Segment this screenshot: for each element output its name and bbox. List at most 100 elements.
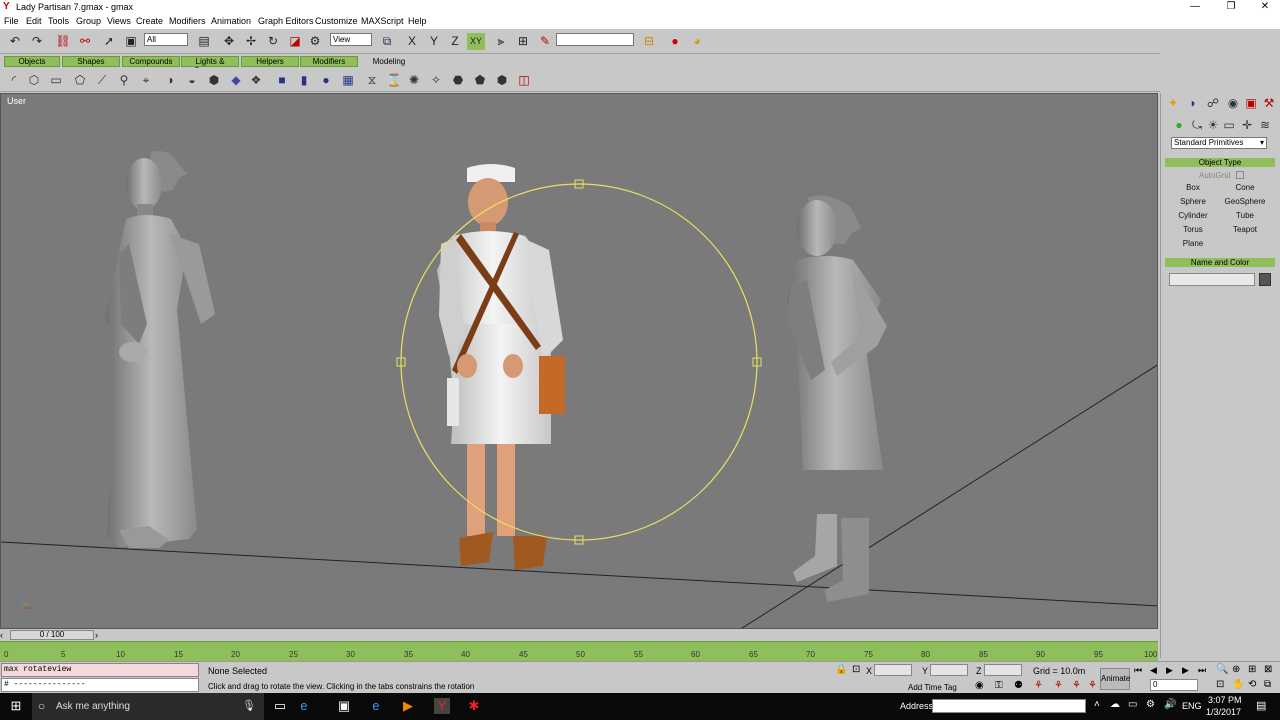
tab-helpers[interactable]: Helpers — [241, 56, 299, 67]
menu-edit[interactable]: Edit — [26, 16, 42, 26]
time-slider-handle[interactable]: 0 / 100 — [10, 630, 94, 640]
arc-rotate-icon[interactable]: ⟲ — [1248, 679, 1256, 690]
media-icon[interactable]: ▶ — [400, 698, 416, 714]
helpers-icon[interactable]: ✛ — [1239, 117, 1255, 133]
pivot-center-icon[interactable]: ⧉ — [378, 33, 396, 50]
cylinder-button[interactable]: Cylinder — [1169, 210, 1217, 222]
chevron-icon[interactable]: ˄ — [1094, 699, 1100, 710]
notifications-icon[interactable]: ▤ — [1256, 699, 1266, 712]
key-filter-icon[interactable]: ⚉ — [1014, 680, 1023, 691]
add-time-tag-button[interactable]: Add Time Tag — [908, 683, 957, 692]
key-mode-icon[interactable]: ⚘ — [1072, 680, 1081, 691]
torus-button[interactable]: Torus — [1169, 224, 1217, 236]
bend-icon[interactable]: ✧ — [428, 72, 444, 88]
cameras-icon[interactable]: ▭ — [1221, 117, 1237, 133]
tab-shapes[interactable]: Shapes — [62, 56, 120, 67]
ie-icon[interactable]: e — [368, 698, 384, 714]
close-button[interactable]: ✕ — [1248, 0, 1280, 14]
tube-button[interactable]: Tube — [1221, 210, 1269, 222]
autogrid-checkbox[interactable] — [1236, 171, 1244, 179]
axis-xy-button[interactable]: XY — [467, 33, 485, 50]
hierarchy-tab-icon[interactable]: ☍ — [1205, 95, 1221, 111]
mirror-icon[interactable]: ⫸ — [492, 33, 510, 50]
track-bar[interactable]: 0 5 10 15 20 25 30 35 40 45 50 55 60 65 … — [0, 641, 1158, 661]
select-move2-icon[interactable]: ✢ — [242, 33, 260, 50]
goto-end-icon[interactable]: ⏭ — [1198, 665, 1206, 676]
figure-center[interactable] — [396, 164, 762, 570]
pan-icon[interactable]: ✋ — [1232, 679, 1244, 690]
box-button[interactable]: Box — [1169, 182, 1217, 194]
grid-object-icon[interactable]: ▦ — [340, 72, 356, 88]
vertex-icon[interactable]: ⚲ — [116, 72, 132, 88]
align-icon[interactable]: ⊞ — [514, 33, 532, 50]
menu-create[interactable]: Create — [136, 16, 163, 26]
slider-next-icon[interactable]: › — [95, 630, 105, 640]
viewport-user[interactable]: User — [0, 93, 1158, 629]
selection-filter-dropdown[interactable]: All — [144, 33, 188, 46]
utilities-tab-icon[interactable]: ⚒ — [1261, 95, 1277, 111]
menu-modifiers[interactable]: Modifiers — [169, 16, 206, 26]
restore-button[interactable]: ❐ — [1214, 0, 1248, 14]
edge-icon[interactable]: e — [296, 698, 312, 714]
y-coord-field[interactable] — [930, 664, 968, 676]
rectangle-icon[interactable]: ▭ — [48, 72, 64, 88]
store-icon[interactable]: ▣ — [336, 698, 352, 714]
tab-lights-cameras[interactable]: Lights & Cameras — [181, 56, 239, 75]
menu-animation[interactable]: Animation — [211, 16, 251, 26]
quick-render-icon[interactable]: ◕ — [688, 33, 706, 50]
slider-prev-icon[interactable]: ‹ — [0, 630, 10, 640]
select-object-icon[interactable]: ➚ — [100, 33, 118, 50]
maximize-viewport-icon[interactable]: ⧉ — [1264, 679, 1271, 690]
microphone-icon[interactable]: 🎙 — [242, 699, 256, 712]
gmax-taskbar-icon[interactable]: Y — [434, 698, 450, 714]
x-coord-field[interactable] — [874, 664, 912, 676]
sphere-primitive-icon[interactable]: ● — [318, 72, 334, 88]
select-rotate-icon[interactable]: ↻ — [264, 33, 282, 50]
tab-compounds[interactable]: Compounds — [122, 56, 180, 67]
menu-maxscript[interactable]: MAXScript — [361, 16, 404, 26]
arc-icon[interactable]: ◜ — [6, 72, 22, 88]
battery-icon[interactable]: ▭ — [1128, 699, 1137, 710]
line-icon[interactable]: ⟋ — [94, 72, 110, 88]
menu-graph-editors[interactable]: Graph Editors — [258, 16, 314, 26]
cone-button[interactable]: Cone — [1221, 182, 1269, 194]
prev-key-icon[interactable]: ⚘ — [1034, 680, 1043, 691]
absolute-mode-icon[interactable]: ⊡ — [852, 664, 860, 675]
menu-customize[interactable]: Customize — [315, 16, 358, 26]
motion-tab-icon[interactable]: ◉ — [1225, 95, 1241, 111]
z-coord-field[interactable] — [984, 664, 1022, 676]
knife-icon[interactable]: ⌖ — [138, 72, 154, 88]
play-icon[interactable]: ▶ — [1166, 665, 1173, 676]
figure-left[interactable] — [105, 151, 215, 548]
clock-time[interactable]: 3:07 PM — [1208, 695, 1242, 705]
named-selection-dropdown[interactable] — [556, 33, 634, 46]
animate-button[interactable]: Animate — [1100, 668, 1130, 690]
maxscript-input-line[interactable]: # --------------- — [1, 678, 199, 692]
rollout-object-type[interactable]: Object Type — [1165, 158, 1275, 167]
menu-views[interactable]: Views — [107, 16, 131, 26]
select-region-icon[interactable]: ▣ — [122, 33, 140, 50]
shapes-icon[interactable]: ⤿ — [1189, 117, 1205, 133]
axis-z-button[interactable]: Z — [446, 33, 464, 50]
address-field[interactable] — [932, 699, 1086, 713]
edit-mesh-icon[interactable]: ⬢ — [494, 72, 510, 88]
twist-icon[interactable]: ⧖ — [364, 72, 380, 88]
zoom-icon[interactable]: 🔍 — [1216, 664, 1228, 675]
reference-coord-dropdown[interactable]: View — [330, 33, 372, 46]
tab-modeling[interactable]: Modeling — [360, 56, 418, 67]
teapot-button[interactable]: Teapot — [1221, 224, 1269, 236]
lights-icon[interactable]: ☀ — [1205, 117, 1221, 133]
taskbar-search[interactable]: ○ Ask me anything 🎙 — [32, 693, 264, 720]
current-frame-field[interactable]: 0 — [1150, 679, 1198, 691]
unlink-icon[interactable]: ⚯ — [76, 33, 94, 50]
maxscript-listener-line[interactable]: max rotateview — [1, 663, 199, 677]
key-tangent-icon[interactable]: ⚘ — [1088, 680, 1097, 691]
menu-tools[interactable]: Tools — [48, 16, 69, 26]
mesh-icon[interactable]: ◆ — [228, 72, 244, 88]
material-icon[interactable]: ✎ — [536, 33, 554, 50]
display-tab-icon[interactable]: ▣ — [1243, 95, 1259, 111]
select-by-name-icon[interactable]: ▤ — [195, 33, 213, 50]
tab-modifiers[interactable]: Modifiers — [300, 56, 358, 67]
redo-icon[interactable]: ↷ — [28, 33, 46, 50]
next-frame-icon[interactable]: ▶ — [1182, 665, 1189, 676]
